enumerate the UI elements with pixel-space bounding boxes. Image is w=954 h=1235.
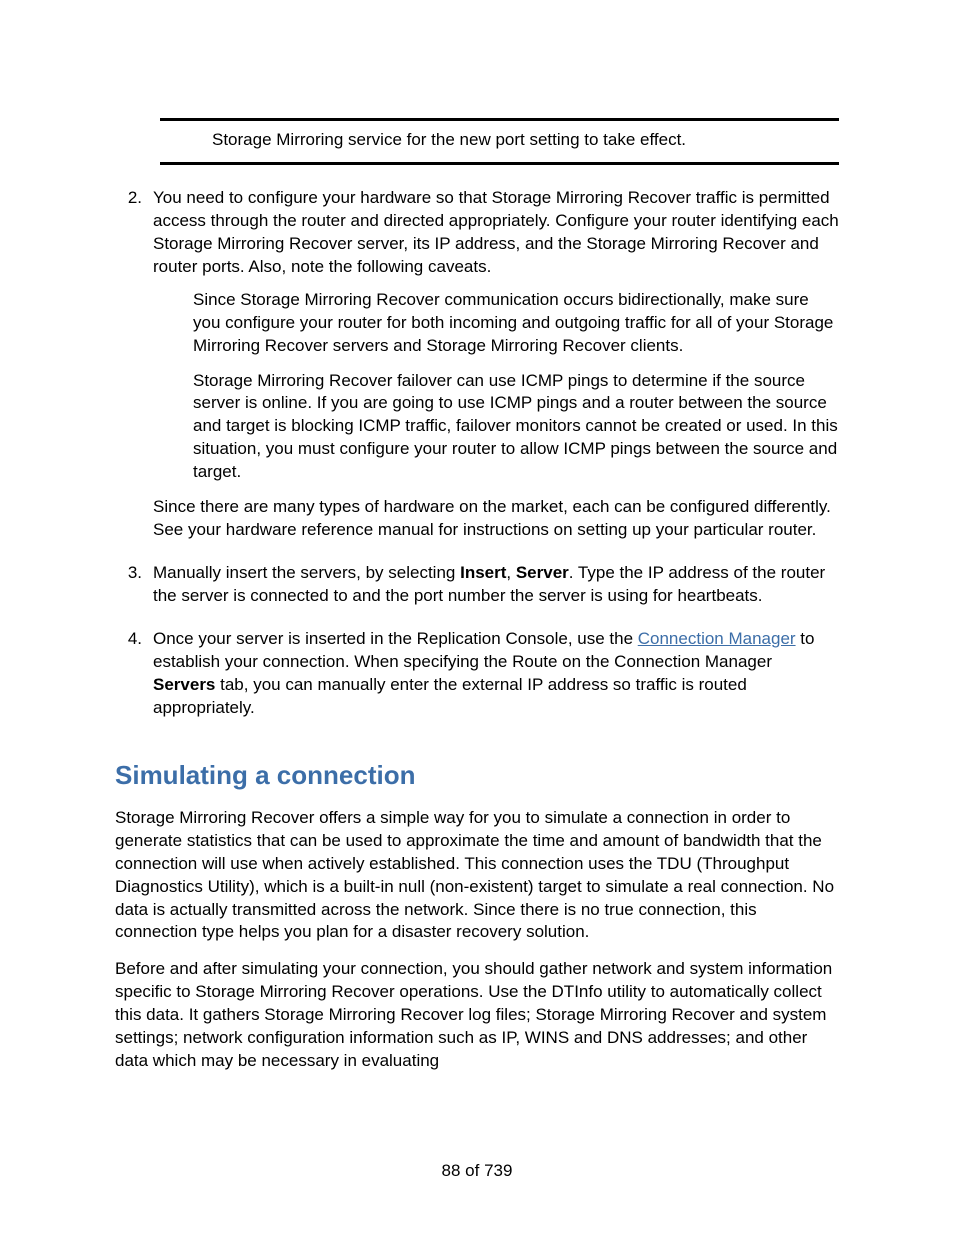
text-run: , [506,563,515,582]
sub-paragraph: Storage Mirroring Recover failover can u… [193,370,839,485]
sub-paragraph: Since Storage Mirroring Recover communic… [193,289,839,358]
text-run: Once your server is inserted in the Repl… [153,629,638,648]
list-item-2: 2. You need to configure your hardware s… [115,187,839,552]
page-number: 88 of 739 [442,1161,513,1180]
boxed-note: Storage Mirroring service for the new po… [160,118,839,165]
bold-term-servers: Servers [153,675,215,694]
bold-term-server: Server [516,563,569,582]
list-paragraph: You need to configure your hardware so t… [153,187,839,279]
list-marker: 2. [115,187,153,552]
link-connection-manager[interactable]: Connection Manager [638,629,796,648]
document-page: Storage Mirroring service for the new po… [0,0,954,1235]
list-marker: 4. [115,628,153,730]
list-paragraph: Since there are many types of hardware o… [153,496,839,542]
page-content: Storage Mirroring service for the new po… [115,0,839,1073]
list-item-3: 3. Manually insert the servers, by selec… [115,562,839,618]
text-run: tab, you can manually enter the external… [153,675,747,717]
text-run: Manually insert the servers, by selectin… [153,563,460,582]
list-body: Manually insert the servers, by selectin… [153,562,839,618]
list-item-4: 4. Once your server is inserted in the R… [115,628,839,730]
page-footer: 88 of 739 [0,1160,954,1183]
boxed-note-text: Storage Mirroring service for the new po… [212,130,686,149]
body-paragraph: Before and after simulating your connect… [115,958,839,1073]
list-marker: 3. [115,562,153,618]
list-paragraph: Manually insert the servers, by selectin… [153,562,839,608]
list-paragraph: Once your server is inserted in the Repl… [153,628,839,720]
bold-term-insert: Insert [460,563,506,582]
list-body: Once your server is inserted in the Repl… [153,628,839,730]
list-body: You need to configure your hardware so t… [153,187,839,552]
indented-block: Since Storage Mirroring Recover communic… [153,289,839,485]
body-paragraph: Storage Mirroring Recover offers a simpl… [115,807,839,945]
section-heading-simulating: Simulating a connection [115,758,839,793]
